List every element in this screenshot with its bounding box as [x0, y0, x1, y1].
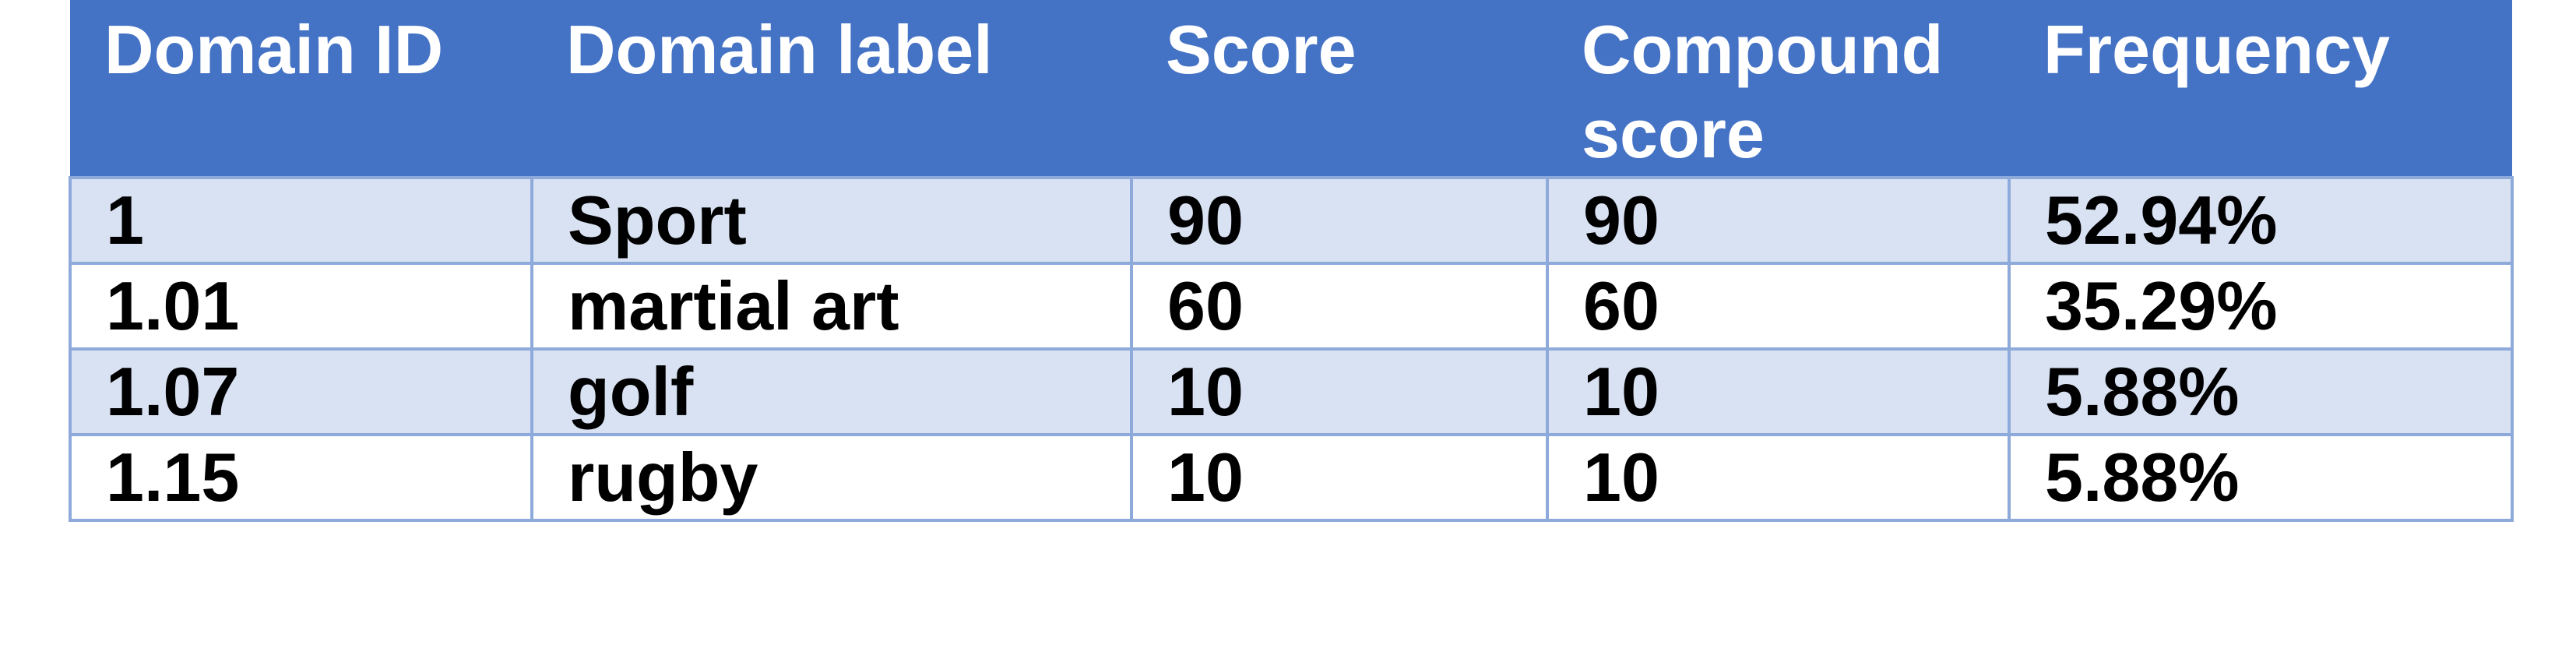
table-row: 1.01 martial art 60 60 35.29% [69, 262, 2514, 351]
cell-compound-score: 10 [1546, 347, 2011, 436]
cell-domain-label: golf [530, 347, 1133, 436]
cell-domain-label: martial art [530, 262, 1133, 351]
header-compound-score: Compound score [1547, 0, 2009, 178]
header-score: Score [1131, 0, 1547, 178]
cell-frequency: 5.88% [2008, 347, 2514, 436]
header-frequency: Frequency [2009, 0, 2512, 178]
table-header: Domain ID Domain label Score Compound sc… [70, 0, 2512, 178]
domain-table: Domain ID Domain label Score Compound sc… [69, 0, 2514, 522]
cell-domain-id: 1 [69, 176, 533, 265]
cell-domain-label: Sport [530, 176, 1133, 265]
cell-compound-score: 60 [1546, 262, 2011, 351]
cell-frequency: 35.29% [2008, 262, 2514, 351]
cell-score: 10 [1130, 347, 1549, 436]
cell-domain-id: 1.01 [69, 262, 533, 351]
table-row: 1 Sport 90 90 52.94% [69, 176, 2514, 265]
cell-domain-label: rugby [530, 433, 1133, 522]
cell-score: 60 [1130, 262, 1549, 351]
cell-domain-id: 1.15 [69, 433, 533, 522]
header-row: Domain ID Domain label Score Compound sc… [70, 0, 2512, 178]
header-domain-label: Domain label [532, 0, 1131, 178]
cell-compound-score: 90 [1546, 176, 2011, 265]
cell-frequency: 5.88% [2008, 433, 2514, 522]
cell-compound-score: 10 [1546, 433, 2011, 522]
table-row: 1.15 rugby 10 10 5.88% [69, 433, 2514, 522]
header-domain-id: Domain ID [70, 0, 532, 178]
cell-score: 90 [1130, 176, 1549, 265]
table-body: 1 Sport 90 90 52.94% 1.01 martial art 60… [69, 176, 2514, 522]
cell-domain-id: 1.07 [69, 347, 533, 436]
cell-frequency: 52.94% [2008, 176, 2514, 265]
table-row: 1.07 golf 10 10 5.88% [69, 347, 2514, 436]
cell-score: 10 [1130, 433, 1549, 522]
